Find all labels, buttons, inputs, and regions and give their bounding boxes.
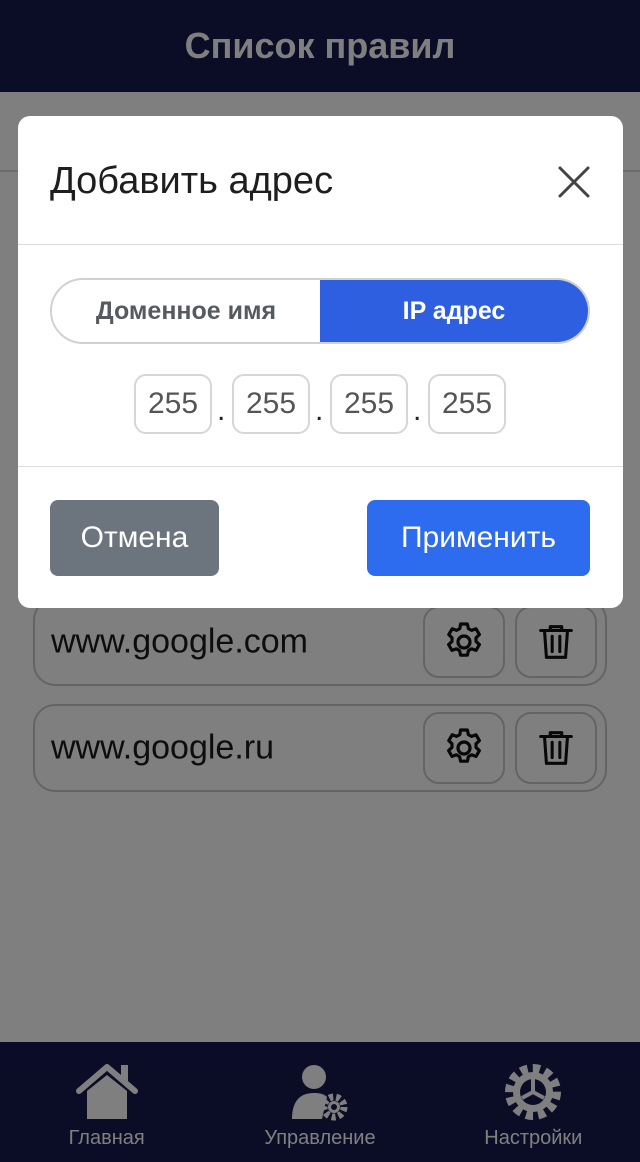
dialog-title: Добавить адрес bbox=[50, 160, 334, 202]
close-button[interactable] bbox=[554, 162, 594, 202]
ip-octet-1-input[interactable] bbox=[134, 374, 212, 434]
ip-separator: . bbox=[413, 394, 422, 427]
add-address-dialog: Добавить адрес Доменное имя IP адрес . .… bbox=[18, 116, 623, 608]
close-icon bbox=[558, 166, 590, 198]
apply-button[interactable]: Применить bbox=[367, 500, 590, 576]
ip-octet-2-input[interactable] bbox=[232, 374, 310, 434]
ip-separator: . bbox=[217, 394, 226, 427]
ip-separator: . bbox=[315, 394, 324, 427]
tab-domain-name[interactable]: Доменное имя bbox=[52, 280, 320, 342]
address-type-toggle: Доменное имя IP адрес bbox=[50, 278, 590, 344]
cancel-button[interactable]: Отмена bbox=[50, 500, 219, 576]
tab-ip-address[interactable]: IP адрес bbox=[320, 280, 588, 342]
ip-octet-3-input[interactable] bbox=[330, 374, 408, 434]
ip-octet-4-input[interactable] bbox=[428, 374, 506, 434]
dialog-footer-divider bbox=[18, 466, 623, 467]
dialog-header-divider bbox=[18, 244, 623, 245]
